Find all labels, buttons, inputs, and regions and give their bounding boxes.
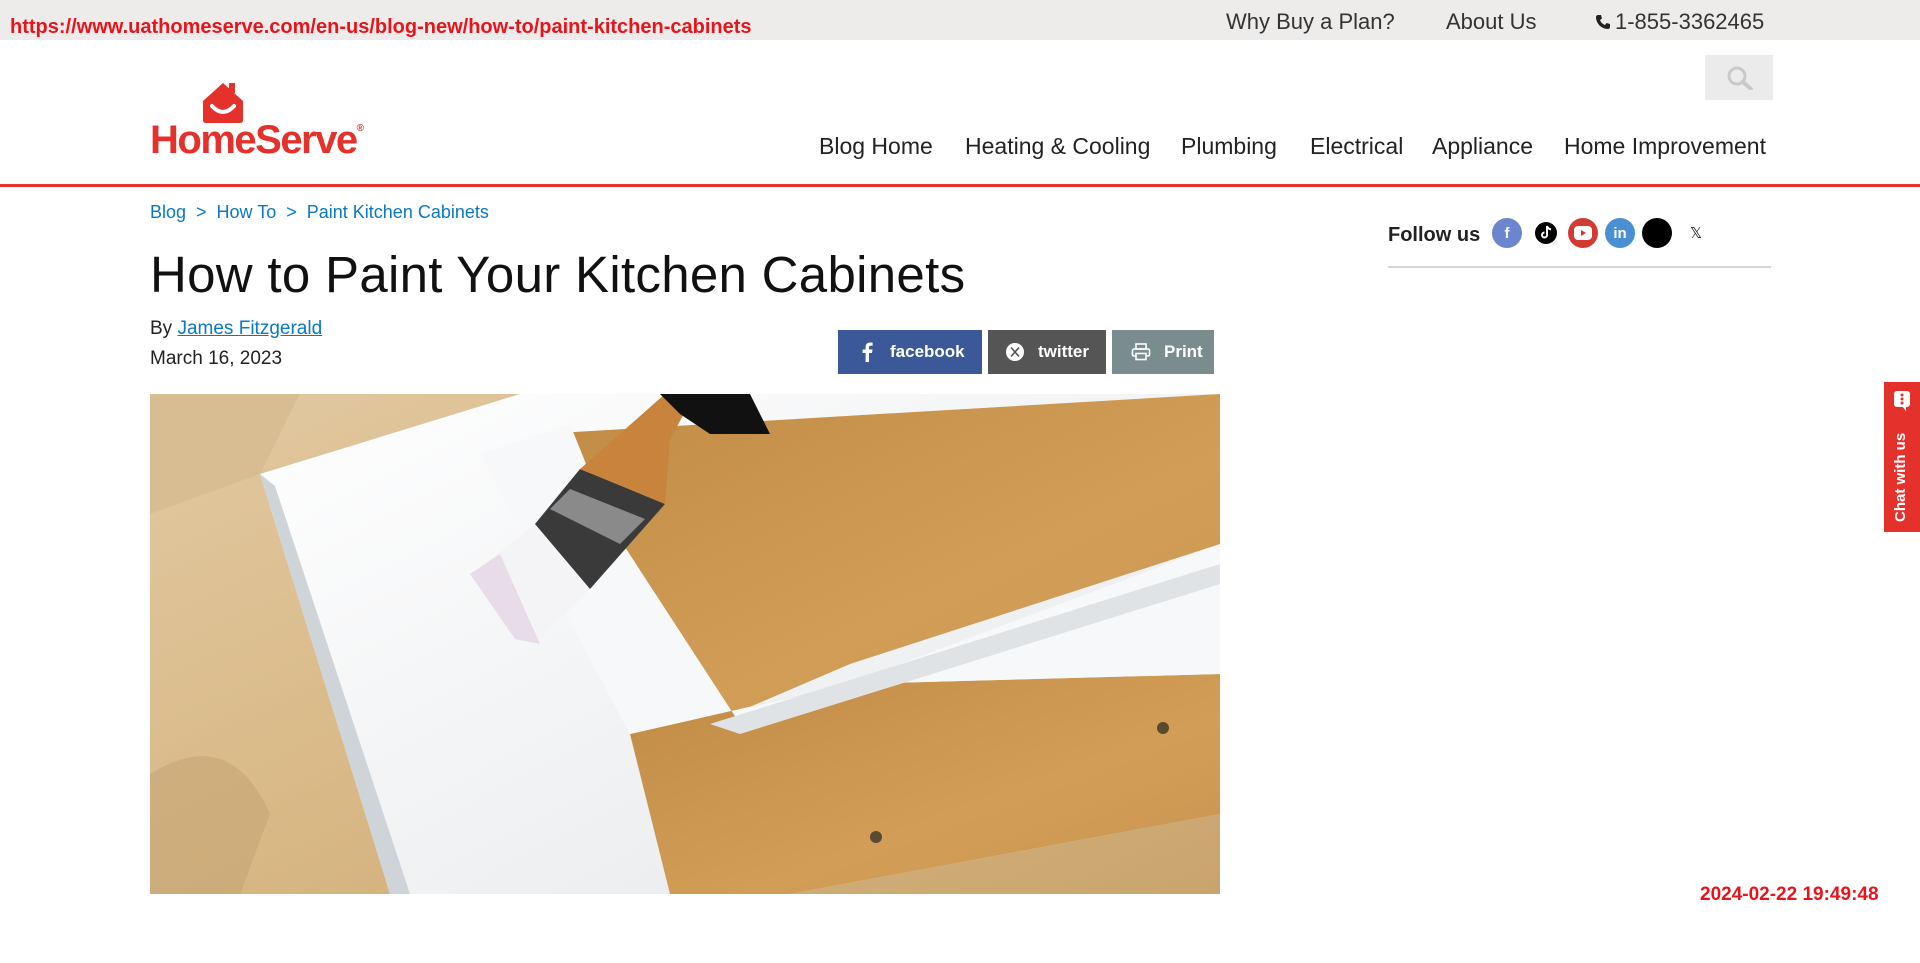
linkedin-icon[interactable]: in xyxy=(1605,218,1635,248)
painted-cabinet-door-image xyxy=(150,394,1220,894)
utility-bar: https://www.uathomeserve.com/en-us/blog-… xyxy=(0,0,1920,40)
threads-icon[interactable] xyxy=(1642,218,1672,248)
nav-blog-home[interactable]: Blog Home xyxy=(819,133,933,160)
breadcrumb-blog[interactable]: Blog xyxy=(150,202,186,222)
youtube-icon[interactable] xyxy=(1568,218,1598,248)
print-label: Print xyxy=(1164,342,1203,361)
follow-us-label: Follow us xyxy=(1388,224,1481,246)
nav-home-improvement[interactable]: Home Improvement xyxy=(1564,133,1766,160)
nav-heating-cooling[interactable]: Heating & Cooling xyxy=(965,133,1150,160)
x-icon[interactable]: 𝕏 xyxy=(1681,218,1711,248)
phone-icon xyxy=(1596,15,1610,29)
share-twitter-button[interactable]: twitter xyxy=(988,330,1106,374)
facebook-icon xyxy=(856,341,878,363)
main-nav: Blog Home Heating & Cooling Plumbing Ele… xyxy=(0,133,1920,163)
hero-image xyxy=(150,394,1220,894)
capture-timestamp: 2024-02-22 19:49:48 xyxy=(1700,884,1879,905)
breadcrumb-how-to[interactable]: How To xyxy=(217,202,277,222)
byline: By James Fitzgerald xyxy=(150,318,322,340)
byline-prefix: By xyxy=(150,318,173,339)
about-us-link[interactable]: About Us xyxy=(1446,9,1537,35)
nav-electrical[interactable]: Electrical xyxy=(1310,133,1403,160)
follow-us: Follow us f in 𝕏 xyxy=(1388,216,1771,268)
facebook-icon[interactable]: f xyxy=(1492,218,1522,248)
print-button[interactable]: Print xyxy=(1112,330,1214,374)
printer-icon xyxy=(1130,341,1152,363)
url-overlay: https://www.uathomeserve.com/en-us/blog-… xyxy=(10,16,752,38)
breadcrumb: Blog > How To > Paint Kitchen Cabinets xyxy=(150,202,489,223)
phone-link[interactable]: 1-855-3362465 xyxy=(1595,9,1764,35)
header-divider xyxy=(0,184,1920,187)
share-facebook-button[interactable]: facebook xyxy=(838,330,982,374)
share-facebook-label: facebook xyxy=(890,342,965,361)
breadcrumb-separator: > xyxy=(286,202,297,222)
nav-appliance[interactable]: Appliance xyxy=(1432,133,1533,160)
phone-number: 1-855-3362465 xyxy=(1615,9,1765,34)
x-icon xyxy=(1004,341,1026,363)
publish-date: March 16, 2023 xyxy=(150,348,283,369)
share-twitter-label: twitter xyxy=(1038,342,1089,361)
page-title: How to Paint Your Kitchen Cabinets xyxy=(150,246,966,303)
tiktok-icon[interactable] xyxy=(1531,218,1561,248)
search-icon xyxy=(1727,66,1753,90)
why-buy-plan-link[interactable]: Why Buy a Plan? xyxy=(1226,9,1395,35)
breadcrumb-separator: > xyxy=(196,202,207,222)
nav-plumbing[interactable]: Plumbing xyxy=(1181,133,1277,160)
search-button[interactable] xyxy=(1705,55,1773,100)
chat-with-us-tab[interactable]: Chat with us xyxy=(1884,382,1920,532)
breadcrumb-current[interactable]: Paint Kitchen Cabinets xyxy=(307,202,489,222)
author-link[interactable]: James Fitzgerald xyxy=(177,318,322,339)
chat-with-us-label: Chat with us xyxy=(1892,432,1909,522)
